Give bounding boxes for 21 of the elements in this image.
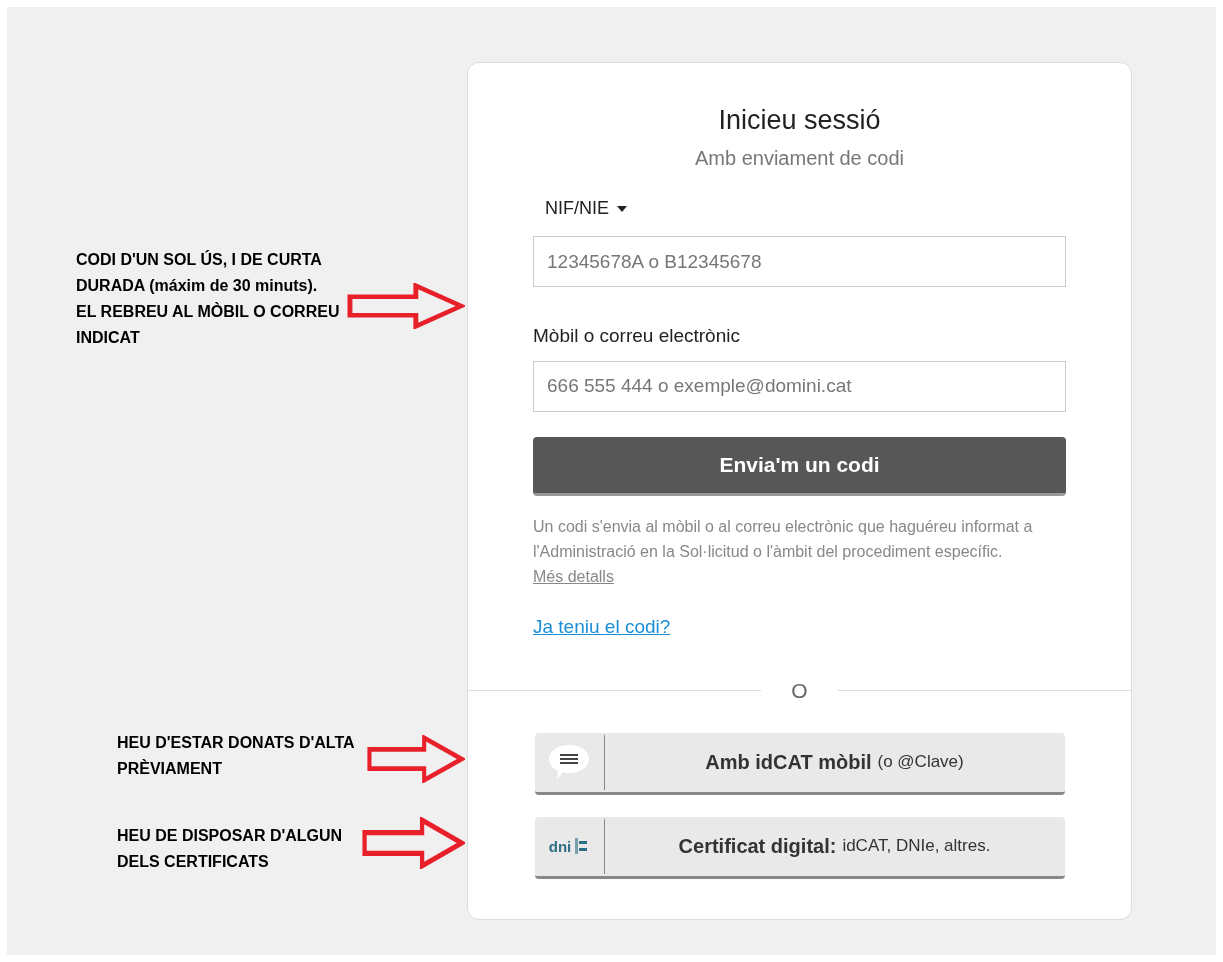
have-code-link[interactable]: Ja teniu el codi? xyxy=(533,612,671,641)
annotation-text: HEU DE DISPOSAR D'ALGUN DELS CERTIFICATS xyxy=(117,826,344,872)
certificate-login-button[interactable]: dni Certificat digital: idCAT, DNIe, altres. xyxy=(534,816,1065,879)
button-note: (o @Clave) xyxy=(877,751,964,774)
button-label: Amb idCAT mòbil xyxy=(705,750,872,775)
annotation-text: CODI D'UN SOL ÚS, I DE CURTA DURADA (máxim de 30 minuts). EL REBREU AL MÒBIL O CORREU INDICAT xyxy=(76,249,341,348)
contact-label: Mòbil o correu electrònic xyxy=(533,324,741,348)
separator-text: O xyxy=(790,678,809,704)
id-input-field[interactable]: 12345678A o B12345678 xyxy=(533,236,1066,287)
contact-input-field[interactable]: 666 555 444 o exemple@domini.cat xyxy=(533,360,1066,412)
button-label: Certificat digital: xyxy=(678,834,837,859)
mobile-login-button[interactable]: Amb idCAT mòbil (o @Clave) xyxy=(534,732,1065,795)
login-title: Inicieu sessió xyxy=(718,104,881,137)
details-link[interactable]: Més detalls xyxy=(533,567,614,585)
help-text: Un codi s'envia al mòbil o al correu electrònic que haguéreu informat a l'Administració en la Sol·licitud o l'àmbit del procediment específic. Més detalls xyxy=(533,516,1034,587)
annotation-text: HEU D'ESTAR DONATS D'ALTA PRÈVIAMENT xyxy=(117,733,355,779)
button-note: idCAT, DNIe, altres. xyxy=(842,835,991,858)
id-type-dropdown[interactable]: NIF/NIE xyxy=(545,195,627,222)
login-subtitle: Amb enviament de codi xyxy=(695,146,904,171)
dni-logo: dni xyxy=(548,836,590,856)
send-code-button[interactable]: Envia'm un codi xyxy=(533,436,1066,496)
